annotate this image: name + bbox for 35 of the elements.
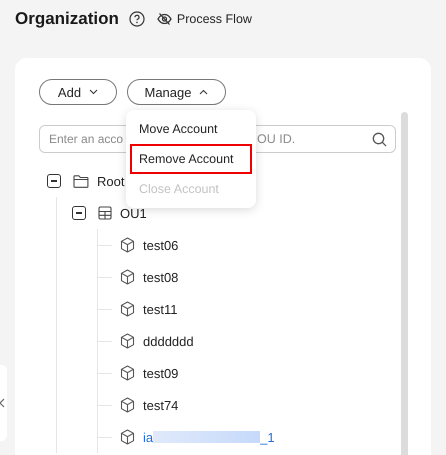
dropdown-button[interactable]: Add bbox=[39, 79, 117, 105]
tree-node-label[interactable]: Root bbox=[97, 174, 124, 188]
folder-icon bbox=[73, 174, 89, 188]
scrollbar[interactable] bbox=[401, 112, 408, 455]
cube-icon bbox=[120, 301, 135, 317]
chevron-icon bbox=[89, 89, 98, 95]
cube-icon bbox=[120, 333, 135, 349]
eye-off-icon bbox=[156, 13, 172, 25]
search-input[interactable]: Enter an acco bbox=[49, 132, 129, 146]
cube-icon bbox=[120, 269, 135, 285]
process-flow-link[interactable]: Process Flow bbox=[156, 12, 252, 26]
tree-node-label[interactable]: ia _1 bbox=[143, 430, 275, 444]
cube-icon bbox=[120, 397, 135, 413]
dropdown-button[interactable]: Manage bbox=[127, 79, 226, 105]
chevron-icon bbox=[199, 89, 208, 95]
collapse-toggle[interactable] bbox=[47, 174, 61, 188]
collapse-toggle[interactable] bbox=[72, 206, 86, 220]
cube-icon bbox=[120, 237, 135, 253]
tree-node-label[interactable]: ddddddd bbox=[143, 334, 194, 348]
menu-item[interactable]: Move Account bbox=[130, 114, 252, 144]
placeholder-text: OU ID. bbox=[257, 132, 296, 146]
tree-node-label[interactable]: test74 bbox=[143, 398, 178, 412]
tree-node-label[interactable]: test11 bbox=[143, 302, 178, 316]
tree-node-label[interactable]: test09 bbox=[143, 366, 178, 380]
help-icon[interactable] bbox=[128, 11, 145, 27]
menu-item[interactable]: Remove Account bbox=[130, 144, 252, 174]
search-icon bbox=[372, 132, 387, 146]
cube-icon bbox=[120, 429, 135, 445]
chevron-left-icon bbox=[0, 398, 5, 408]
tree-node-label[interactable]: test08 bbox=[143, 270, 178, 284]
table-icon bbox=[98, 206, 112, 220]
page-title: Organization bbox=[15, 9, 119, 29]
tree-node-label[interactable]: OU1 bbox=[120, 206, 147, 220]
cube-icon bbox=[120, 365, 135, 381]
tree-node-label[interactable]: test06 bbox=[143, 238, 178, 252]
